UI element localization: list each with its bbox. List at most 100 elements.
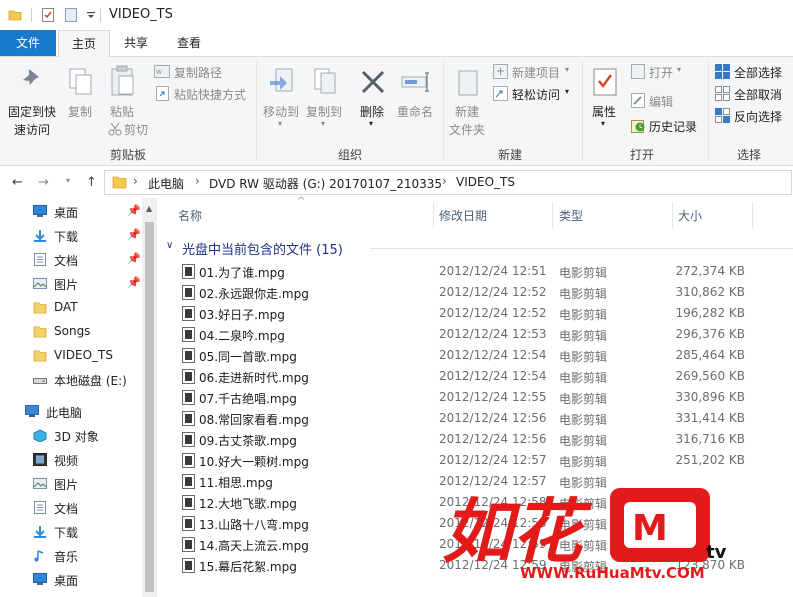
nav-item-pc[interactable]: 下载 — [0, 521, 140, 543]
desktop-icon — [33, 573, 47, 585]
select-all-button[interactable]: 全部选择 — [715, 64, 789, 80]
nav-item-pc[interactable]: 桌面 — [0, 569, 140, 591]
column-divider[interactable] — [552, 202, 553, 228]
paste-button[interactable]: 粘贴 — [102, 61, 142, 121]
nav-item-quick[interactable]: 桌面 📌 — [0, 201, 141, 223]
select-none-label: 全部取消 — [734, 88, 783, 102]
breadcrumb-dvd-drive[interactable]: DVD RW 驱动器 (G:) 20170107_210335 — [209, 175, 442, 192]
document-icon — [34, 501, 46, 514]
column-divider[interactable] — [433, 202, 434, 228]
scroll-thumb[interactable] — [145, 222, 154, 592]
breadcrumb-chevron-icon[interactable]: › — [442, 174, 447, 188]
column-divider[interactable] — [672, 202, 673, 228]
tab-share[interactable]: 共享 — [115, 30, 157, 56]
copy-button[interactable]: 复制 — [62, 61, 100, 121]
new-folder-quick-icon[interactable] — [65, 8, 77, 22]
nav-item-quick[interactable]: 图片 📌 — [0, 273, 141, 295]
column-header-size[interactable]: 大小 — [678, 207, 702, 224]
properties-button[interactable]: 属性 ▾ — [586, 61, 626, 141]
group-header[interactable]: 光盘中当前包含的文件 (15) — [182, 239, 343, 258]
nav-item-quick[interactable]: VIDEO_TS — [0, 345, 140, 367]
forward-arrow-icon[interactable]: → — [38, 175, 49, 190]
copy-to-button[interactable]: 复制到 ▾ — [303, 61, 345, 141]
nav-item-pc[interactable]: 图片 — [0, 473, 140, 495]
back-arrow-icon[interactable]: ← — [12, 175, 23, 190]
pin-icon[interactable]: 📌 — [127, 252, 141, 265]
file-size: 316,716 KB — [675, 432, 745, 446]
file-row[interactable]: 06.走进新时代.mpg 2012/12/24 12:54 电影剪辑 269,560 … — [178, 366, 778, 387]
nav-scrollbar[interactable]: ▲ — [142, 198, 157, 597]
file-row[interactable]: 05.同一首歌.mpg 2012/12/24 12:54 电影剪辑 285,464 K… — [178, 345, 778, 366]
history-button[interactable]: 历史记录 — [631, 118, 703, 134]
rename-button[interactable]: 重命名 — [395, 61, 439, 141]
copy-to-label: 复制到 — [306, 105, 343, 119]
pin-to-quick-access-button[interactable]: 固定到快 速访问 — [4, 61, 58, 141]
nav-item-quick[interactable]: 本地磁盘 (E:) — [0, 369, 140, 391]
nav-label: 图片 — [54, 278, 79, 292]
tab-home[interactable]: 主页 — [58, 30, 110, 58]
open-button[interactable]: 打开 ▾ — [631, 64, 697, 80]
column-header-name[interactable]: 名称 — [178, 207, 202, 224]
nav-item-this-pc[interactable]: 此电脑 — [0, 401, 140, 423]
cut-button[interactable]: 剪切 — [106, 121, 154, 137]
sort-up-icon: ^ — [297, 196, 306, 207]
nav-item-pc[interactable]: 3D 对象 — [0, 425, 140, 447]
nav-item-quick[interactable]: 下载 📌 — [0, 225, 141, 247]
tab-view[interactable]: 查看 — [168, 30, 210, 56]
customize-quick-access-icon[interactable] — [86, 8, 96, 22]
invert-selection-button[interactable]: 反向选择 — [715, 108, 789, 124]
move-to-button[interactable]: 移动到 ▾ — [260, 61, 302, 141]
breadcrumb-this-pc[interactable]: 此电脑 — [148, 175, 184, 192]
file-row[interactable]: 09.古丈茶歌.mpg 2012/12/24 12:56 电影剪辑 316,716 K… — [178, 429, 778, 450]
file-name: 05.同一首歌.mpg — [199, 350, 297, 364]
file-row[interactable]: 02.永远跟你走.mpg 2012/12/24 12:52 电影剪辑 310,862 … — [178, 282, 778, 303]
pin-icon[interactable]: 📌 — [127, 204, 141, 217]
nav-label: 桌面 — [54, 574, 79, 588]
file-row[interactable]: 07.千古绝唱.mpg 2012/12/24 12:55 电影剪辑 330,896 K… — [178, 387, 778, 408]
column-divider[interactable] — [752, 202, 753, 228]
nav-item-pc[interactable]: 视频 — [0, 449, 140, 471]
nav-item-pc[interactable]: 音乐 — [0, 545, 140, 567]
file-date: 2012/12/24 12:51 — [439, 264, 547, 278]
up-arrow-icon[interactable]: ↑ — [86, 175, 97, 190]
file-name: 11.相思.mpg — [199, 476, 273, 490]
select-none-button[interactable]: 全部取消 — [715, 86, 789, 102]
file-row[interactable]: 08.常回家看看.mpg 2012/12/24 12:56 电影剪辑 331,414 … — [178, 408, 778, 429]
new-folder-button[interactable]: 新建 文件夹 — [447, 61, 489, 141]
new-item-button[interactable]: 新建项目 ▾ — [493, 64, 575, 80]
file-type: 电影剪辑 — [559, 434, 608, 448]
easy-access-button[interactable]: 轻松访问 ▾ — [493, 86, 575, 102]
file-row[interactable]: 04.二泉吟.mpg 2012/12/24 12:53 电影剪辑 296,376 KB — [178, 324, 778, 345]
nav-item-quick[interactable]: Songs — [0, 321, 140, 343]
rename-label: 重命名 — [397, 105, 434, 119]
edit-button[interactable]: 编辑 — [631, 93, 697, 109]
svg-text:W: W — [156, 69, 162, 76]
column-header-modified[interactable]: 修改日期 — [439, 207, 487, 224]
column-header-type[interactable]: 类型 — [559, 207, 583, 224]
nav-label: 下载 — [54, 230, 79, 244]
nav-item-quick[interactable]: DAT — [0, 297, 140, 319]
recent-locations-chevron-icon[interactable]: ▾ — [66, 176, 70, 185]
movie-file-icon — [182, 432, 195, 447]
delete-button[interactable]: 删除 ▾ — [353, 61, 393, 141]
nav-item-quick[interactable]: 文档 📌 — [0, 249, 141, 271]
chevron-down-icon[interactable]: ∨ — [166, 240, 173, 251]
tab-file[interactable]: 文件 — [0, 30, 56, 56]
file-row[interactable]: 01.为了谁.mpg 2012/12/24 12:51 电影剪辑 272,374 KB — [178, 261, 778, 282]
copy-to-dropdown-icon: ▾ — [321, 119, 326, 128]
file-date: 2012/12/24 12:52 — [439, 306, 547, 320]
address-bar[interactable]: › 此电脑 › DVD RW 驱动器 (G:) 20170107_210335 … — [104, 170, 792, 195]
file-row[interactable]: 03.好日子.mpg 2012/12/24 12:52 电影剪辑 196,282 KB — [178, 303, 778, 324]
nav-item-pc[interactable]: 文档 — [0, 497, 140, 519]
new-item-icon — [493, 64, 508, 79]
copy-path-button[interactable]: W 复制路径 — [154, 64, 244, 80]
breadcrumb-video-ts[interactable]: VIDEO_TS — [456, 175, 515, 189]
pin-icon[interactable]: 📌 — [127, 228, 141, 241]
breadcrumb-chevron-icon[interactable]: › — [133, 174, 138, 188]
properties-icon[interactable] — [42, 8, 54, 22]
breadcrumb-chevron-icon[interactable]: › — [195, 174, 200, 188]
pin-icon[interactable]: 📌 — [127, 276, 141, 289]
paste-shortcut-button[interactable]: 粘贴快捷方式 — [154, 86, 252, 102]
scroll-up-arrow-icon[interactable]: ▲ — [146, 204, 152, 213]
movie-file-icon — [182, 348, 195, 363]
